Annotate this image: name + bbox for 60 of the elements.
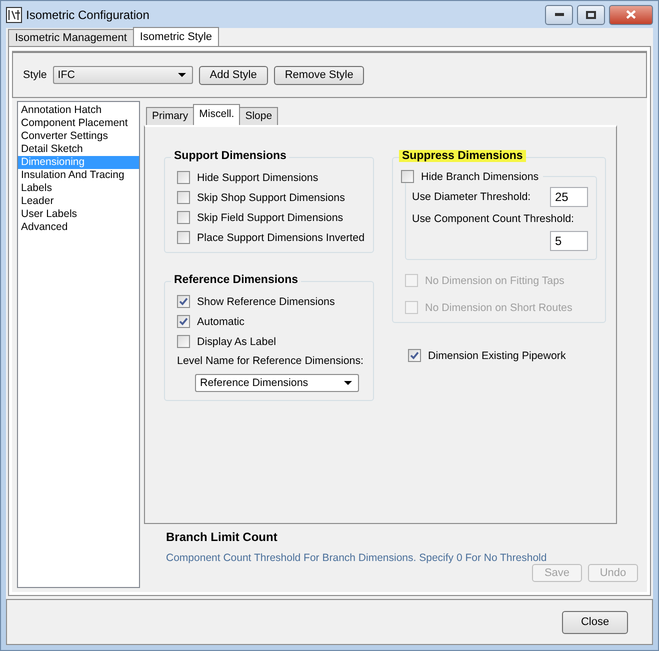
group-title: Support Dimensions [171,150,290,162]
checkbox-label: No Dimension on Fitting Taps [425,274,564,286]
category-item[interactable]: Detail Sketch [18,143,139,156]
tab[interactable]: Primary [146,107,194,125]
app-icon [6,6,22,22]
category-item[interactable]: Component Placement [18,117,139,130]
dropdown-arrow-icon [178,73,186,77]
category-item[interactable]: Converter Settings [18,130,139,143]
category-item[interactable]: User Labels [18,208,139,221]
checkbox-label: Hide Branch Dimensions [421,170,539,182]
maximize-icon [586,10,596,18]
checkbox[interactable] [177,191,190,204]
count-threshold-field[interactable]: 5 [550,231,588,251]
checkbox[interactable] [177,335,190,348]
category-item[interactable]: Annotation Hatch [18,104,139,117]
checkbox-label: Display As Label [197,336,276,348]
checkbox-label: No Dimension on Short Routes [425,302,572,314]
description-text: Component Count Threshold For Branch Dimensions. Specify 0 For No Threshold [166,552,548,564]
tab[interactable]: Miscell. [193,104,240,125]
count-threshold-label: Use Component Count Threshold: [412,213,575,225]
checkbox[interactable] [177,171,190,184]
checkbox-label: Automatic [197,316,245,328]
close-button[interactable]: Close [562,610,628,634]
level-name-dropdown[interactable]: Reference Dimensions [195,374,359,392]
close-window-button[interactable] [609,4,653,24]
category-item[interactable]: Leader [18,195,139,208]
style-dropdown[interactable]: IFC [52,66,193,84]
checkbox[interactable] [177,211,190,224]
group-title: Reference Dimensions [171,274,301,286]
category-item[interactable]: Labels [18,182,139,195]
minimize-icon [554,13,564,16]
tab[interactable]: Isometric Management [8,29,134,46]
checkbox[interactable] [177,231,190,244]
style-button[interactable]: Remove Style [274,66,364,84]
checkbox-label: Dimension Existing Pipework [428,350,566,362]
style-button[interactable]: Add Style [198,66,268,84]
checkbox[interactable] [177,315,190,328]
checkbox-label: Place Support Dimensions Inverted [197,232,365,244]
checkbox-label: Hide Support Dimensions [197,172,318,184]
level-name-label: Level Name for Reference Dimensions: [177,355,365,367]
diameter-threshold-label: Use Diameter Threshold: [412,191,531,203]
group-title: Suppress Dimensions [399,150,526,162]
section-title: Branch Limit Count [166,530,278,544]
category-item[interactable]: Advanced [18,221,139,234]
checkbox[interactable] [408,349,421,362]
window-title: Isometric Configuration [26,8,150,22]
checkbox-label: Skip Shop Support Dimensions [197,192,345,204]
category-item[interactable]: Insulation And Tracing [18,169,139,182]
checkbox[interactable] [401,170,414,183]
dropdown-arrow-icon [344,381,352,385]
style-label: Style [23,69,47,81]
minimize-button[interactable] [545,4,573,24]
checkbox-label: Skip Field Support Dimensions [197,212,344,224]
tab[interactable]: Slope [239,107,278,125]
checkbox[interactable] [177,295,190,308]
checkbox-label: Show Reference Dimensions [197,296,335,308]
close-icon [626,10,636,19]
diameter-threshold-field[interactable]: 25 [550,187,588,207]
maximize-button[interactable] [577,4,605,24]
tab[interactable]: Isometric Style [132,27,220,46]
